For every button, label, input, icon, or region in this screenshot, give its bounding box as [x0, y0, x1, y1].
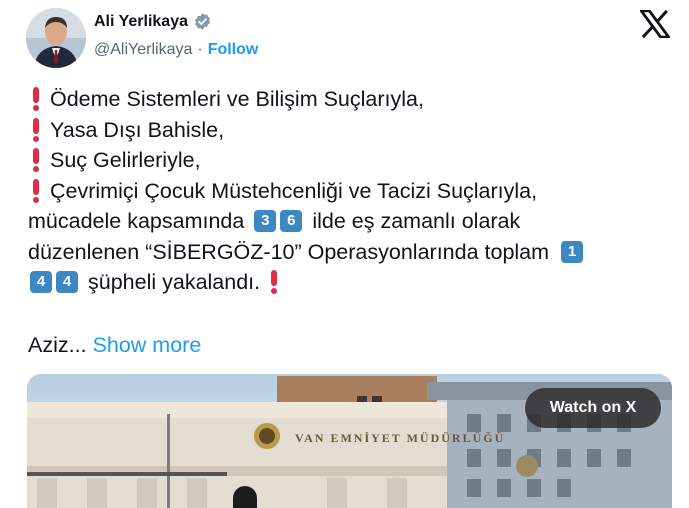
tweet-line-text: ilde eş zamanlı olarak [312, 209, 521, 233]
exclamation-icon [28, 117, 44, 142]
truncated-text-row: Aziz... Show more [28, 330, 201, 360]
tweet-line-7: 4 4 şüpheli yakalandı. [28, 267, 668, 298]
verified-badge-icon [194, 13, 211, 30]
tweet-line-text: Çevrimiçi Çocuk Müstehcenliği ve Tacizi … [50, 178, 538, 203]
tweet-line-text: Suç Gelirleriyle, [50, 148, 201, 172]
tweet-line-text: Yasa Dışı Bahisle, [50, 117, 225, 142]
x-logo-icon[interactable] [640, 10, 670, 38]
tweet-text: Ödeme Sistemleri ve Bilişim Suçlarıyla, … [28, 84, 668, 298]
keycap-digit-icon: 1 [561, 240, 584, 263]
keycap-digit-icon: 3 [254, 210, 277, 233]
tweet-line-5: mücadele kapsamında 3 6 ilde eş zamanlı … [28, 206, 668, 237]
author-handle[interactable]: @AliYerlikaya [94, 41, 192, 59]
tweet-line-text: şüpheli yakalandı. [88, 270, 261, 294]
separator-dot: · [197, 41, 203, 58]
exclamation-icon [28, 178, 44, 203]
tweet-line-text: Ödeme Sistemleri ve Bilişim Suçlarıyla, [50, 87, 424, 111]
tweet-line-6: düzenlenen “SİBERGÖZ-10” Operasyonlarınd… [28, 237, 668, 268]
truncated-text: Aziz... [28, 333, 87, 357]
tweet-line-1: Ödeme Sistemleri ve Bilişim Suçlarıyla, [28, 84, 668, 115]
building-sign-text: VAN EMNİYET MÜDÜRLÜĞÜ [295, 431, 506, 445]
author-handle-row: @AliYerlikaya · Follow [94, 41, 258, 59]
keycap-digit-icon: 6 [280, 210, 303, 233]
avatar[interactable] [26, 8, 86, 68]
tweet-line-2: Yasa Dışı Bahisle, [28, 115, 668, 146]
author-name[interactable]: Ali Yerlikaya [94, 13, 188, 31]
follow-button[interactable]: Follow [208, 41, 259, 59]
exclamation-icon [28, 87, 44, 112]
tweet-line-3: Suç Gelirleriyle, [28, 145, 668, 176]
watch-on-x-button[interactable]: Watch on X [525, 388, 661, 428]
tweet-header: Ali Yerlikaya @AliYerlikaya · Follow [0, 0, 689, 76]
tweet-line-text: düzenlenen “SİBERGÖZ-10” Operasyonlarınd… [28, 239, 550, 264]
exclamation-icon [266, 270, 282, 295]
exclamation-icon [28, 148, 44, 173]
tweet-line-4: Çevrimiçi Çocuk Müstehcenliği ve Tacizi … [28, 176, 668, 207]
show-more-link[interactable]: Show more [93, 333, 202, 357]
keycap-digit-icon: 4 [56, 271, 78, 294]
keycap-digit-icon: 4 [30, 271, 52, 294]
author-name-row: Ali Yerlikaya [94, 12, 212, 31]
avatar-photo [26, 8, 86, 68]
tweet-line-text: mücadele kapsamında [28, 209, 245, 233]
